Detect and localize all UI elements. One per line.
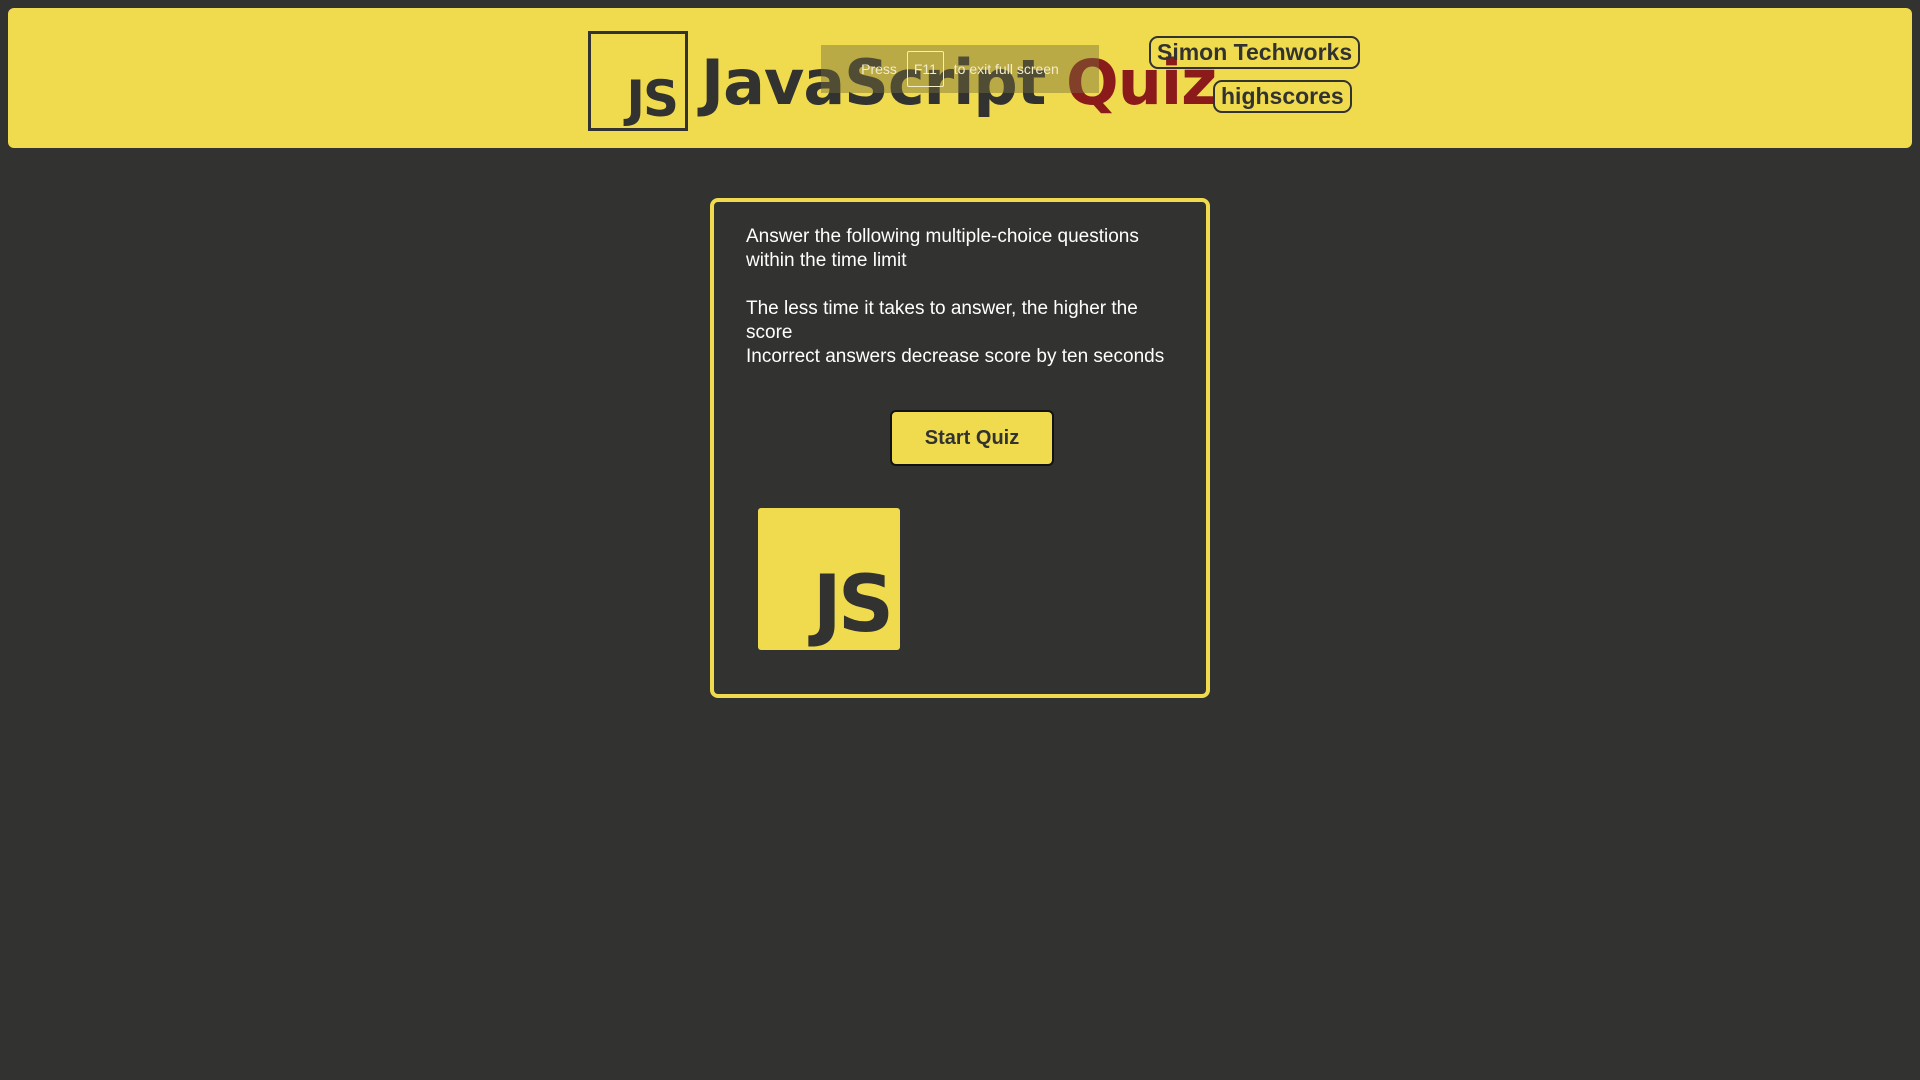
js-logo: JS	[758, 508, 900, 650]
f11-key: F11	[906, 51, 944, 87]
fullscreen-notice-suffix: to exit full screen	[953, 61, 1059, 77]
highscores-link[interactable]: highscores	[1213, 80, 1352, 114]
js-logo-outline: JS	[588, 31, 688, 131]
logo-text: JS	[626, 70, 679, 128]
fullscreen-notice-prefix: Press	[861, 61, 897, 77]
instruction-scoring: The less time it takes to answer, the hi…	[746, 298, 1138, 343]
start-quiz-button[interactable]: Start Quiz	[890, 410, 1054, 466]
instruction-penalty: Incorrect answers decrease score by ten …	[746, 346, 1165, 367]
author-link[interactable]: Simon Techworks	[1149, 36, 1361, 70]
intro-card: Answer the following multiple-choice que…	[710, 198, 1210, 698]
instruction-time-limit: Answer the following multiple-choice que…	[746, 226, 1139, 271]
fullscreen-notice: Press F11 to exit full screen	[821, 45, 1099, 93]
js-logo-text: JS	[812, 560, 894, 650]
